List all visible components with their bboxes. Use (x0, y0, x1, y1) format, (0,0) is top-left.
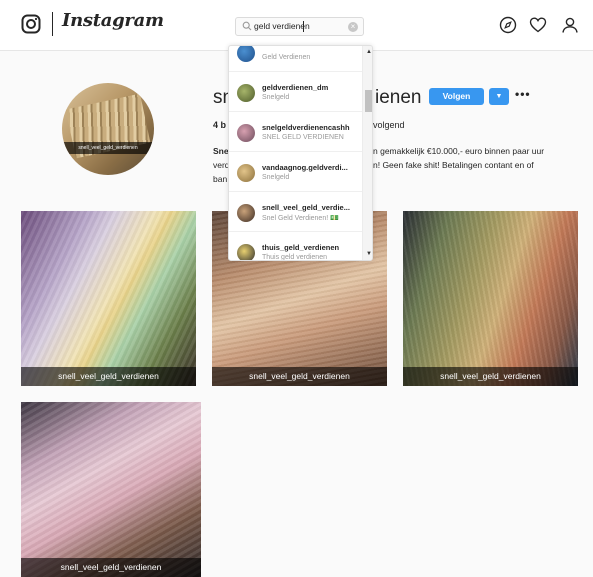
clear-search-icon[interactable]: × (348, 22, 358, 32)
heart-icon[interactable] (529, 16, 547, 34)
logo-divider (52, 12, 53, 36)
scrollbar-thumb[interactable] (365, 90, 372, 112)
post-thumbnail[interactable]: snell_veel_geld_verdienen (403, 211, 578, 386)
search-result-item[interactable]: geldverdienen_dm Snelgeld (229, 72, 362, 112)
search-result-item[interactable]: thuis_geld_verdienen Thuis geld verdiene… (229, 232, 362, 261)
bio-line-1-end: n gemakkelijk €10.000,- euro binnen paar… (373, 146, 545, 156)
search-result-item[interactable]: Geld Verdienen (229, 46, 362, 72)
chevron-down-icon: ▼ (495, 93, 503, 100)
result-subtitle: Geld Verdienen (262, 54, 311, 61)
profile-username-end: ienen (375, 87, 422, 108)
result-avatar (237, 84, 255, 102)
text-cursor (303, 21, 304, 32)
post-caption: snell_veel_geld_verdienen (212, 367, 387, 386)
profile-avatar[interactable]: snell_veel_geld_verdienen (62, 83, 154, 175)
result-subtitle: SNEL GELD VERDIENEN (262, 134, 344, 141)
compass-icon[interactable] (499, 16, 517, 34)
search-input[interactable]: geld verdienen × (235, 17, 364, 36)
result-subtitle: Snelgeld (262, 174, 290, 181)
dropdown-scrollbar[interactable]: ▲ ▼ (362, 46, 372, 260)
result-username: vandaagnog.geldverdi... (262, 163, 348, 172)
posts-count: 4 b (213, 120, 227, 130)
bio-line-3-start: ban (213, 174, 228, 184)
result-username: thuis_geld_verdienen (262, 243, 340, 252)
search-result-item[interactable]: snell_veel_geld_verdie... Snel Geld Verd… (229, 192, 362, 232)
bio-line-2-end: n! Geen fake shit! Betalingen contant en… (373, 160, 534, 170)
follow-button[interactable]: Volgen (429, 88, 484, 105)
search-value: geld verdienen (254, 21, 310, 31)
following-count: volgend (373, 120, 405, 130)
result-subtitle: Snel Geld Verdienen! 💵 (262, 215, 339, 222)
result-avatar (237, 244, 255, 260)
post-caption: snell_veel_geld_verdienen (403, 367, 578, 386)
result-avatar (237, 124, 255, 142)
post-thumbnail[interactable]: snell_veel_geld_verdienen (21, 402, 201, 577)
result-subtitle: Snelgeld (262, 94, 290, 101)
result-avatar (237, 46, 255, 62)
instagram-glyph-icon[interactable] (21, 14, 41, 34)
post-caption: snell_veel_geld_verdienen (21, 367, 196, 386)
scroll-up-icon[interactable]: ▲ (366, 49, 372, 55)
more-options-button[interactable]: ••• (515, 87, 531, 101)
result-username: geldverdienen_dm (262, 83, 329, 92)
result-username: snelgeldverdienencashh (262, 123, 350, 132)
instagram-wordmark[interactable]: Instagram (62, 10, 164, 31)
post-caption: snell_veel_geld_verdienen (21, 558, 201, 577)
post-thumbnail[interactable]: snell_veel_geld_verdienen (21, 211, 196, 386)
result-username: snell_veel_geld_verdie... (262, 203, 350, 212)
scroll-down-icon[interactable]: ▼ (366, 251, 372, 257)
top-nav-bar: Instagram geld verdienen × (0, 0, 593, 51)
suggested-accounts-toggle[interactable]: ▼ (489, 88, 509, 105)
bio-line-1-start: Sne (213, 146, 229, 156)
result-subtitle: Thuis geld verdienen (262, 254, 327, 261)
result-avatar (237, 164, 255, 182)
profile-icon[interactable] (561, 16, 579, 34)
search-results-dropdown: Geld Verdienen geldverdienen_dm Snelgeld… (228, 45, 373, 261)
result-avatar (237, 204, 255, 222)
instagram-profile-page: Instagram geld verdienen × snell_veel_ge… (0, 0, 593, 577)
search-icon (242, 21, 252, 31)
search-result-item[interactable]: vandaagnog.geldverdi... Snelgeld (229, 152, 362, 192)
avatar-caption: snell_veel_geld_verdienen (62, 142, 154, 154)
search-result-item[interactable]: snelgeldverdienencashh SNEL GELD VERDIEN… (229, 112, 362, 152)
